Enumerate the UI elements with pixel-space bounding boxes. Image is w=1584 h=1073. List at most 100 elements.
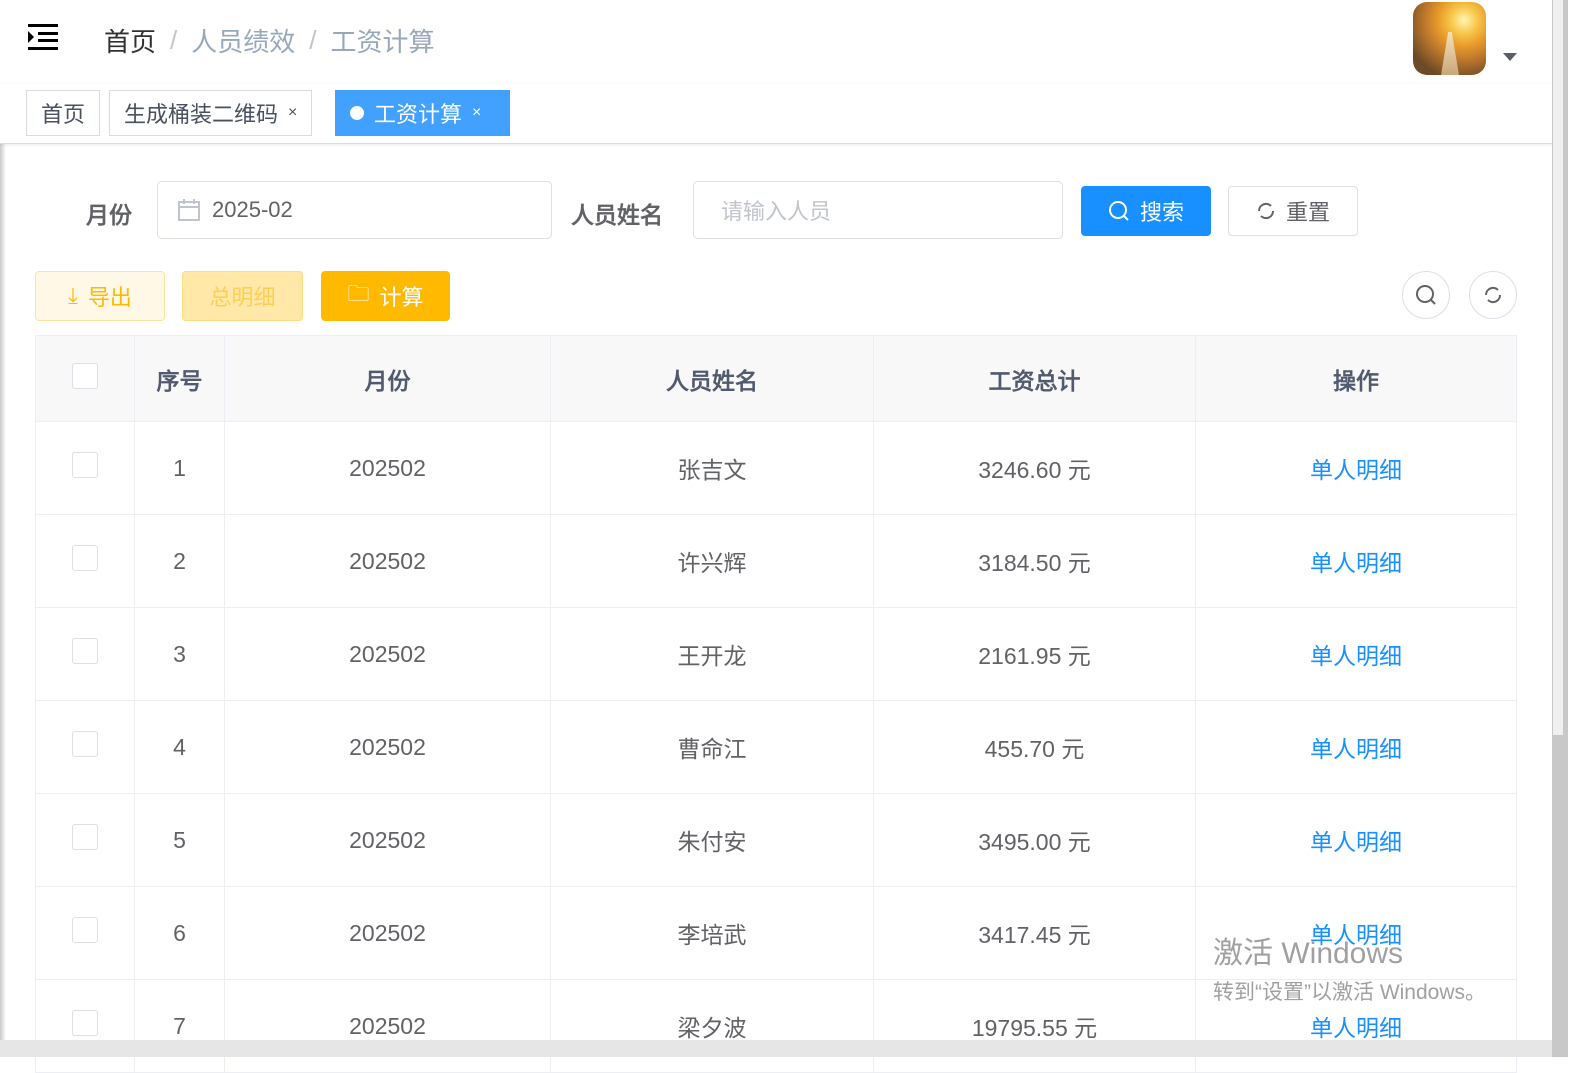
search-button[interactable]: 搜索 (1081, 186, 1211, 236)
vertical-scrollbar[interactable] (1552, 0, 1568, 1057)
tab-label: 首页 (41, 102, 86, 127)
cell-total: 3184.50 元 (873, 514, 1196, 608)
header-total: 工资总计 (873, 335, 1196, 422)
tab-home[interactable]: 首页 (26, 90, 101, 136)
summary-label: 总明细 (209, 285, 276, 310)
breadcrumb-performance: 人员绩效 (191, 27, 296, 57)
cell-total: 3246.60 元 (873, 421, 1196, 515)
single-detail-link[interactable]: 单人明细 (1310, 457, 1402, 483)
cell-month: 202502 (224, 979, 551, 1073)
calculate-button[interactable]: 🗀 计算 (321, 271, 450, 321)
scrollbar-thumb[interactable] (1553, 0, 1563, 735)
row-checkbox[interactable] (72, 638, 98, 664)
row-checkbox[interactable] (72, 545, 98, 571)
row-checkbox[interactable] (72, 917, 98, 943)
toggle-search-button[interactable] (1402, 271, 1450, 319)
calculate-label: 计算 (379, 285, 424, 310)
cell-action: 单人明细 (1195, 514, 1517, 608)
row-select-cell (35, 514, 135, 608)
table-header: 序号 月份 人员姓名 工资总计 操作 (35, 335, 1517, 422)
cell-action: 单人明细 (1195, 607, 1517, 701)
row-select-cell (35, 700, 135, 794)
table-row: 2 202502 许兴辉 3184.50 元 单人明细 (35, 514, 1517, 608)
month-label: 月份 (86, 202, 132, 228)
month-picker[interactable]: 2025-02 (157, 181, 552, 239)
cell-name: 李培武 (550, 886, 874, 980)
breadcrumb: 首页 / 人员绩效 / 工资计算 (104, 22, 435, 59)
cell-total: 3417.45 元 (873, 886, 1196, 980)
header-name: 人员姓名 (550, 335, 874, 422)
table-row: 4 202502 曹命江 455.70 元 单人明细 (35, 700, 1517, 794)
row-select-cell (35, 886, 135, 980)
row-select-cell (35, 793, 135, 887)
download-icon: ⤓ (68, 283, 78, 308)
header-no: 序号 (134, 335, 225, 422)
tab-qrcode[interactable]: 生成桶装二维码 × (109, 90, 313, 136)
row-checkbox[interactable] (72, 824, 98, 850)
cell-total: 2161.95 元 (873, 607, 1196, 701)
refresh-icon (1484, 286, 1502, 304)
search-icon (1416, 285, 1436, 305)
row-checkbox[interactable] (72, 452, 98, 478)
single-detail-link[interactable]: 单人明细 (1310, 1015, 1402, 1041)
active-dot-icon (350, 106, 364, 120)
cell-no: 2 (134, 514, 225, 608)
cell-month: 202502 (224, 607, 551, 701)
reset-button[interactable]: 重置 (1228, 186, 1358, 236)
reset-label: 重置 (1285, 200, 1330, 225)
cell-action: 单人明细 (1195, 421, 1517, 515)
horizontal-scrollbar[interactable] (0, 1040, 1552, 1057)
cell-total: 3495.00 元 (873, 793, 1196, 887)
window-edge (0, 0, 6, 1057)
row-select-cell (35, 979, 135, 1073)
row-checkbox[interactable] (72, 1010, 98, 1036)
export-label: 导出 (87, 285, 132, 310)
summary-detail-button[interactable]: 总明细 (182, 271, 303, 321)
row-checkbox[interactable] (72, 731, 98, 757)
single-detail-link[interactable]: 单人明细 (1310, 550, 1402, 576)
breadcrumb-separator: / (170, 25, 178, 55)
tab-salary[interactable]: 工资计算 × (335, 90, 510, 136)
folder-add-icon: 🗀 (347, 281, 370, 306)
cell-month: 202502 (224, 514, 551, 608)
cell-action: 单人明细 (1195, 793, 1517, 887)
single-detail-link[interactable]: 单人明细 (1310, 829, 1402, 855)
tags-view: 首页 生成桶装二维码 × 工资计算 × (0, 84, 1552, 144)
search-icon (1108, 201, 1129, 221)
month-value: 2025-02 (212, 197, 293, 222)
cell-no: 5 (134, 793, 225, 887)
cell-month: 202502 (224, 700, 551, 794)
caret-down-icon[interactable] (1503, 53, 1517, 68)
watermark-title: 激活 Windows (1213, 937, 1404, 970)
cell-month: 202502 (224, 421, 551, 515)
cell-name: 张吉文 (550, 421, 874, 515)
search-label: 搜索 (1139, 200, 1184, 225)
table-row: 1 202502 张吉文 3246.60 元 单人明细 (35, 421, 1517, 515)
close-icon[interactable]: × (472, 104, 481, 122)
cell-name: 朱付安 (550, 793, 874, 887)
close-icon[interactable]: × (288, 104, 297, 122)
cell-name: 梁夕波 (550, 979, 874, 1073)
row-select-cell (35, 421, 135, 515)
breadcrumb-home[interactable]: 首页 (104, 22, 156, 59)
cell-no: 7 (134, 979, 225, 1073)
name-input[interactable]: 请输入人员 (693, 181, 1063, 239)
calendar-icon (178, 199, 200, 221)
user-avatar[interactable] (1413, 2, 1486, 75)
breadcrumb-separator: / (309, 25, 317, 55)
name-label: 人员姓名 (571, 202, 663, 228)
select-all-cell (35, 335, 135, 422)
single-detail-link[interactable]: 单人明细 (1310, 736, 1402, 762)
navbar: 首页 / 人员绩效 / 工资计算 (0, 0, 1552, 84)
select-all-checkbox[interactable] (72, 362, 98, 389)
refresh-button[interactable] (1469, 271, 1517, 319)
cell-no: 3 (134, 607, 225, 701)
cell-no: 1 (134, 421, 225, 515)
cell-month: 202502 (224, 886, 551, 980)
tab-label: 生成桶装二维码 (124, 102, 279, 127)
cell-name: 曹命江 (550, 700, 874, 794)
export-button[interactable]: ⤓ 导出 (35, 271, 165, 321)
menu-fold-icon[interactable] (28, 24, 60, 50)
single-detail-link[interactable]: 单人明细 (1310, 643, 1402, 669)
cell-total: 455.70 元 (873, 700, 1196, 794)
